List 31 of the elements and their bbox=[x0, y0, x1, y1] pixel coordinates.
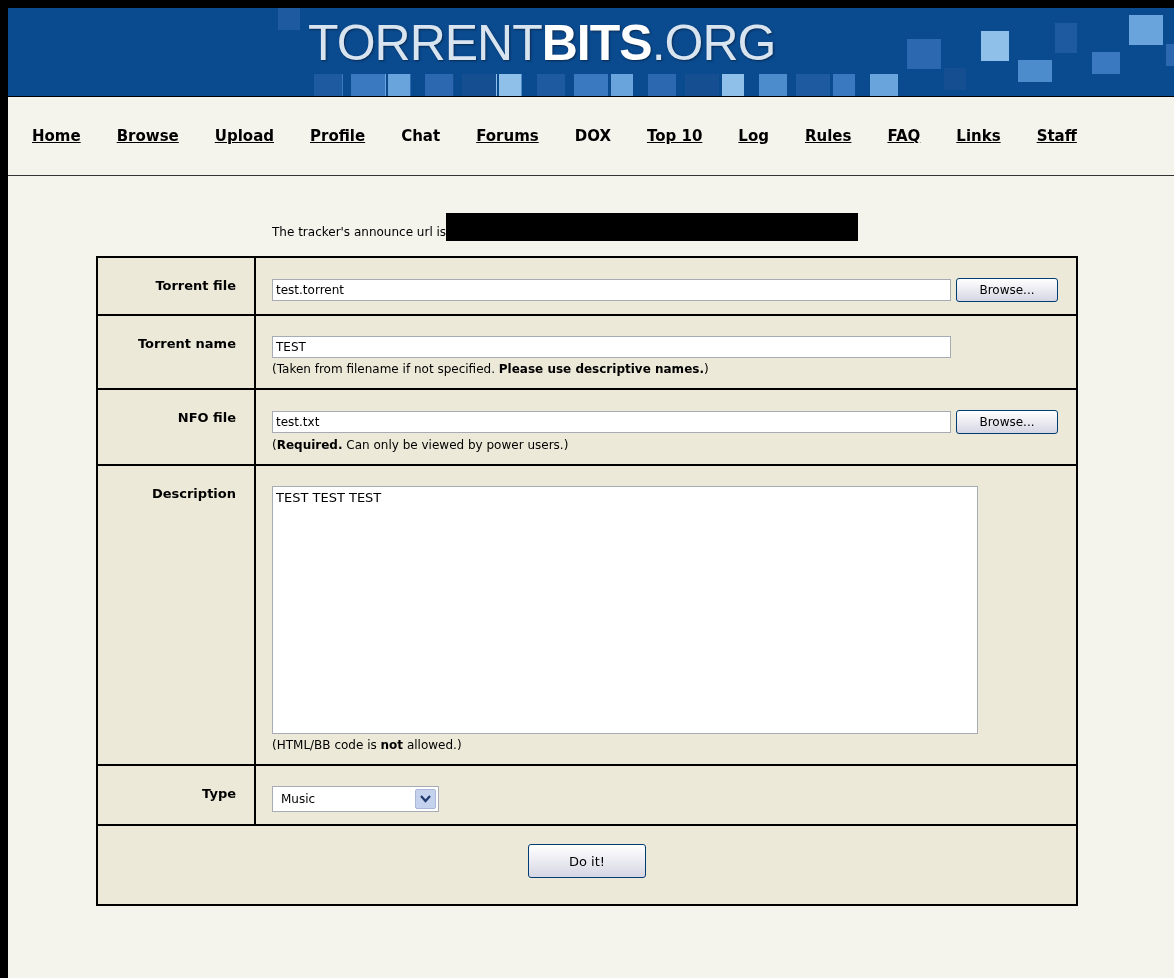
nav-link[interactable]: Home bbox=[32, 127, 81, 145]
submit-button[interactable]: Do it! bbox=[528, 844, 646, 878]
nav-link[interactable]: DOX bbox=[574, 127, 611, 145]
announce-text: The tracker's announce url is bbox=[272, 225, 447, 239]
type-dropdown[interactable]: Music bbox=[272, 786, 439, 812]
nav-link[interactable]: Staff bbox=[1036, 127, 1077, 145]
nav-link[interactable]: Log bbox=[738, 127, 769, 145]
browse-button[interactable]: Browse... bbox=[956, 278, 1058, 302]
input-field[interactable]: TEST bbox=[272, 336, 951, 358]
nav-link[interactable]: FAQ bbox=[887, 127, 921, 145]
caret-icon bbox=[420, 795, 431, 803]
nav-link[interactable]: Top 10 bbox=[646, 127, 703, 145]
hint-text: (Required. Can only be viewed by power users.) bbox=[272, 438, 570, 452]
field-label: Type bbox=[202, 786, 236, 801]
nav-link[interactable]: Forums bbox=[476, 127, 539, 145]
field-label: Torrent name bbox=[137, 336, 236, 351]
nav-link[interactable]: Links bbox=[956, 127, 1001, 145]
field-label: Description bbox=[151, 486, 236, 501]
field-label: Torrent file bbox=[155, 278, 236, 293]
hint-text: (HTML/BB code is not allowed.) bbox=[272, 738, 463, 752]
nav-link[interactable]: Chat bbox=[401, 127, 441, 145]
field-label: NFO file bbox=[177, 410, 236, 425]
nav-link[interactable]: Rules bbox=[804, 127, 852, 145]
nav-link[interactable]: Profile bbox=[310, 127, 366, 145]
nav-link[interactable]: Upload bbox=[214, 127, 274, 145]
browse-button[interactable]: Browse... bbox=[956, 410, 1058, 434]
nav-link[interactable]: Browse bbox=[116, 127, 179, 145]
file-field[interactable]: test.torrent bbox=[272, 279, 951, 301]
description-field[interactable]: TEST TEST TEST bbox=[272, 486, 978, 734]
file-field[interactable]: test.txt bbox=[272, 411, 951, 433]
hint-text: (Taken from filename if not specified. Please use descriptive names.) bbox=[272, 362, 710, 376]
